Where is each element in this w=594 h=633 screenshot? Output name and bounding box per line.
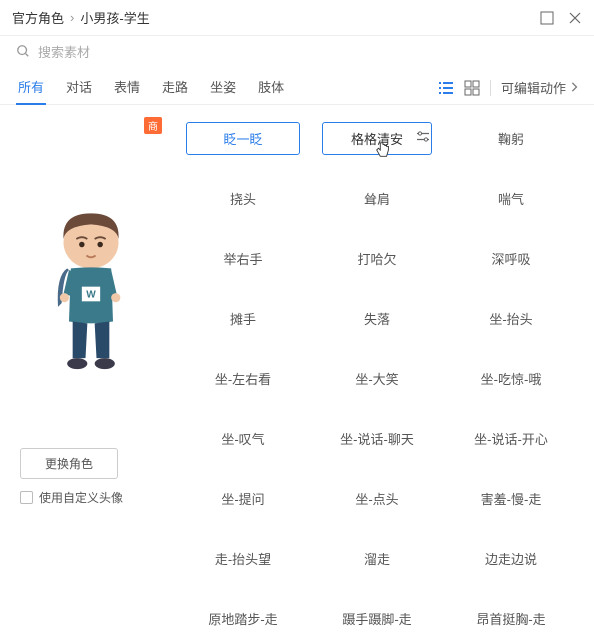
editable-actions-label: 可编辑动作 <box>501 78 566 97</box>
animation-item[interactable]: 原地踏步-走 <box>188 605 297 632</box>
svg-text:W: W <box>86 290 96 301</box>
animation-item[interactable]: 举右手 <box>203 245 282 272</box>
animation-item[interactable]: 眨一眨 <box>186 122 299 155</box>
animation-item[interactable]: 鞠躬 <box>478 125 544 152</box>
breadcrumb: 官方角色 › 小男孩-学生 <box>12 8 150 27</box>
animation-item[interactable]: 喘气 <box>478 185 544 212</box>
change-role-button[interactable]: 更换角色 <box>20 448 118 479</box>
tab-1[interactable]: 对话 <box>64 71 94 104</box>
animation-item[interactable]: 坐-提问 <box>201 485 284 512</box>
animation-item[interactable]: 打哈欠 <box>337 245 416 272</box>
search-input[interactable] <box>38 45 238 60</box>
animation-item[interactable]: 坐-抬头 <box>469 305 552 332</box>
animation-item[interactable]: 坐-大笑 <box>335 365 418 392</box>
animation-item[interactable]: 失落 <box>344 305 410 332</box>
animation-item[interactable]: 耸肩 <box>344 185 410 212</box>
animation-item[interactable]: 深呼吸 <box>471 245 550 272</box>
animation-item[interactable]: 溜走 <box>344 545 410 572</box>
animation-item[interactable]: 坐-左右看 <box>195 365 291 392</box>
animation-item[interactable]: 坐-吃惊-哦 <box>461 365 562 392</box>
animation-item[interactable]: 坐-点头 <box>335 485 418 512</box>
animation-item[interactable]: 蹑手蹑脚-走 <box>322 605 431 632</box>
tab-0[interactable]: 所有 <box>16 71 46 104</box>
commercial-badge: 商 <box>144 117 162 134</box>
search-box[interactable] <box>16 44 578 61</box>
category-tabs: 所有对话表情走路坐姿肢体 <box>16 71 286 104</box>
checkbox-icon <box>20 491 33 504</box>
animation-item[interactable]: 走-抬头望 <box>195 545 291 572</box>
list-view-icon[interactable] <box>438 80 454 96</box>
grid-view-icon[interactable] <box>464 80 480 96</box>
use-custom-avatar-checkbox[interactable]: 使用自定义头像 <box>20 489 123 506</box>
animation-grid: 眨一眨格格清安鞠躬挠头耸肩喘气举右手打哈欠深呼吸摊手失落坐-抬头坐-左右看坐-大… <box>166 117 578 518</box>
tab-3[interactable]: 走路 <box>160 71 190 104</box>
animation-item[interactable]: 害羞-慢-走 <box>461 485 562 512</box>
chevron-right-icon <box>570 80 578 95</box>
editable-actions-button[interactable]: 可编辑动作 <box>501 78 578 97</box>
divider <box>490 80 491 96</box>
animation-item[interactable]: 坐-叹气 <box>201 425 284 452</box>
minimize-button[interactable] <box>540 11 554 25</box>
use-custom-avatar-label: 使用自定义头像 <box>39 489 123 506</box>
animation-item[interactable]: 昂首挺胸-走 <box>456 605 565 632</box>
adjust-icon[interactable] <box>416 131 430 146</box>
search-icon <box>16 44 30 61</box>
animation-item[interactable]: 坐-说话-开心 <box>454 425 568 452</box>
breadcrumb-separator: › <box>70 10 74 25</box>
animation-item[interactable]: 摊手 <box>210 305 276 332</box>
tab-2[interactable]: 表情 <box>112 71 142 104</box>
animation-item[interactable]: 坐-说话-聊天 <box>320 425 434 452</box>
tab-5[interactable]: 肢体 <box>256 71 286 104</box>
breadcrumb-current: 小男孩-学生 <box>80 8 149 27</box>
animation-item[interactable]: 边走边说 <box>465 545 557 572</box>
animation-item[interactable]: 挠头 <box>210 185 276 212</box>
character-preview: W <box>31 194 151 394</box>
tab-4[interactable]: 坐姿 <box>208 71 238 104</box>
breadcrumb-root[interactable]: 官方角色 <box>12 8 64 27</box>
close-button[interactable] <box>568 11 582 25</box>
